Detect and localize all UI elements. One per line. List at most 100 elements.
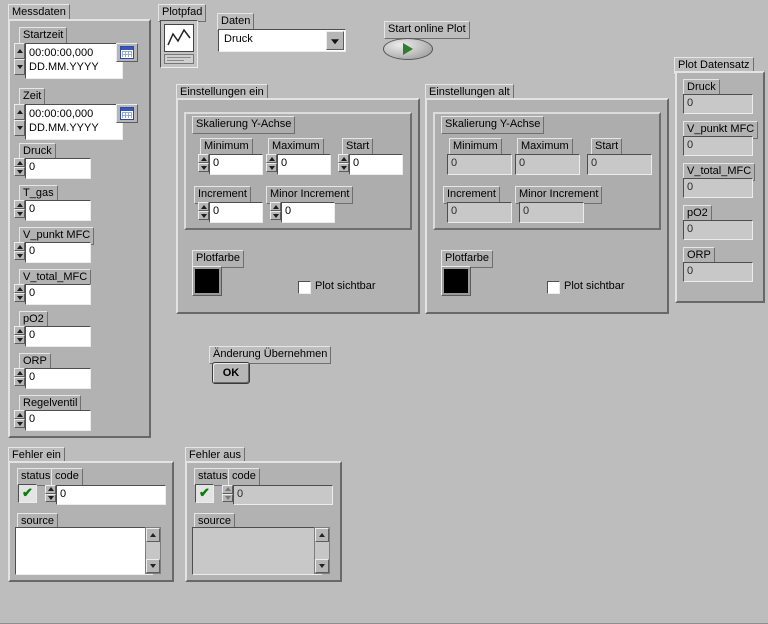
code-spinner — [222, 485, 233, 502]
run-arrow-icon — [403, 43, 413, 55]
increment-field[interactable]: 0 — [209, 202, 263, 223]
labview-front-panel: Messdaten Startzeit 00:00:00,000 DD.MM.Y… — [0, 0, 768, 624]
spin-down-button[interactable] — [14, 209, 25, 218]
minimum-field[interactable]: 0 — [209, 154, 263, 175]
zeit-calendar-button[interactable] — [116, 104, 138, 123]
po2-field[interactable]: 0 — [25, 326, 91, 347]
startzeit-field[interactable]: 00:00:00,000 DD.MM.YYYY — [25, 43, 123, 79]
startzeit-calendar-button[interactable] — [116, 43, 138, 62]
regelventil-field[interactable]: 0 — [25, 410, 91, 431]
v-total-mfc-field[interactable]: 0 — [25, 284, 91, 305]
messdaten-panel: Startzeit 00:00:00,000 DD.MM.YYYY Zeit 0… — [8, 19, 151, 438]
spin-down-button[interactable] — [14, 377, 25, 386]
druck-spinner[interactable] — [14, 158, 25, 176]
startzeit-date-text: DD.MM.YYYY — [29, 61, 99, 73]
code-label: code — [51, 468, 83, 486]
v-punkt-mfc-indicator: 0 — [683, 136, 753, 156]
skalierung-group: Skalierung Y-Achse Minimum Maximum Start… — [433, 112, 661, 230]
skalierung-title: Skalierung Y-Achse — [192, 116, 296, 134]
source-scrollbar[interactable] — [314, 527, 330, 574]
spin-down-button[interactable] — [198, 211, 209, 220]
spin-up-button[interactable] — [14, 242, 25, 251]
maximum-field[interactable]: 0 — [277, 154, 331, 175]
spin-up-button[interactable] — [338, 154, 349, 163]
calendar-icon — [120, 107, 134, 120]
spin-up-button[interactable] — [198, 202, 209, 211]
plot-sichtbar-checkbox[interactable] — [547, 281, 560, 294]
zeit-spinner[interactable] — [14, 104, 25, 136]
spin-up-button[interactable] — [45, 485, 56, 494]
maximum-spinner[interactable] — [266, 154, 277, 172]
v-total-mfc-spinner[interactable] — [14, 284, 25, 302]
spin-up-button[interactable] — [266, 154, 277, 163]
spin-up-button[interactable] — [14, 410, 25, 419]
regelventil-spinner[interactable] — [14, 410, 25, 428]
spin-up-button[interactable] — [14, 158, 25, 167]
spin-up-button[interactable] — [14, 104, 25, 120]
t-gas-field[interactable]: 0 — [25, 200, 91, 221]
code-field[interactable]: 0 — [56, 485, 166, 505]
spin-down-button[interactable] — [338, 163, 349, 172]
plot-sichtbar-checkbox[interactable] — [298, 281, 311, 294]
spin-down-button[interactable] — [198, 163, 209, 172]
increment-spinner[interactable] — [198, 202, 209, 220]
start-plot-button[interactable] — [383, 38, 433, 60]
ok-button[interactable]: OK — [212, 362, 250, 384]
minor-increment-field[interactable]: 0 — [281, 202, 335, 223]
daten-dropdown[interactable]: Druck — [218, 29, 346, 52]
minimum-spinner[interactable] — [198, 154, 209, 172]
orp-field[interactable]: 0 — [25, 368, 91, 389]
source-scrollbar[interactable] — [145, 527, 161, 574]
spin-down-button[interactable] — [14, 251, 25, 260]
t-gas-spinner[interactable] — [14, 200, 25, 218]
status-led: ✔ — [195, 484, 214, 503]
scroll-down-button[interactable] — [315, 559, 329, 573]
start-indicator: 0 — [587, 154, 652, 175]
spin-up-button[interactable] — [198, 154, 209, 163]
orp-indicator: 0 — [683, 262, 753, 282]
checkmark-icon: ✔ — [22, 485, 33, 500]
spin-down-button[interactable] — [14, 120, 25, 136]
spin-up-button[interactable] — [14, 284, 25, 293]
po2-spinner[interactable] — [14, 326, 25, 344]
daten-selected-value: Druck — [224, 33, 253, 45]
spin-down-button[interactable] — [14, 335, 25, 344]
color-swatch — [195, 269, 219, 293]
status-led[interactable]: ✔ — [18, 484, 37, 503]
zeit-time-text: 00:00:00,000 — [29, 108, 94, 120]
scroll-up-button[interactable] — [315, 528, 329, 542]
spin-down-button[interactable] — [14, 419, 25, 428]
scroll-down-button[interactable] — [146, 559, 160, 573]
spin-up-button[interactable] — [14, 200, 25, 209]
plotfarbe-colorbox[interactable] — [192, 266, 222, 296]
v-punkt-mfc-field[interactable]: 0 — [25, 242, 91, 263]
code-spinner[interactable] — [45, 485, 56, 502]
minor-increment-spinner[interactable] — [270, 202, 281, 220]
v-total-mfc-indicator: 0 — [683, 178, 753, 198]
spin-up-button — [222, 485, 233, 494]
zeit-field[interactable]: 00:00:00,000 DD.MM.YYYY — [25, 104, 123, 140]
spin-down-button[interactable] — [14, 59, 25, 75]
spin-down-button[interactable] — [14, 293, 25, 302]
spin-down-button[interactable] — [14, 167, 25, 176]
scroll-up-button[interactable] — [146, 528, 160, 542]
druck-field[interactable]: 0 — [25, 158, 91, 179]
code-label: code — [228, 468, 260, 486]
startzeit-spinner[interactable] — [14, 43, 25, 75]
spin-down-button[interactable] — [266, 163, 277, 172]
dropdown-arrow-button[interactable] — [326, 31, 344, 50]
spin-up-button[interactable] — [14, 368, 25, 377]
spin-up-button[interactable] — [14, 43, 25, 59]
spin-down-button[interactable] — [270, 211, 281, 220]
start-field[interactable]: 0 — [349, 154, 403, 175]
plotpfad-control[interactable] — [160, 20, 198, 68]
source-field[interactable] — [15, 527, 153, 575]
spin-down-button — [222, 493, 233, 502]
orp-spinner[interactable] — [14, 368, 25, 386]
plot-datensatz-panel: Druck 0 V_punkt MFC 0 V_total_MFC 0 pO2 … — [675, 71, 765, 303]
spin-down-button[interactable] — [45, 493, 56, 502]
start-spinner[interactable] — [338, 154, 349, 172]
spin-up-button[interactable] — [270, 202, 281, 211]
spin-up-button[interactable] — [14, 326, 25, 335]
v-punkt-mfc-spinner[interactable] — [14, 242, 25, 260]
